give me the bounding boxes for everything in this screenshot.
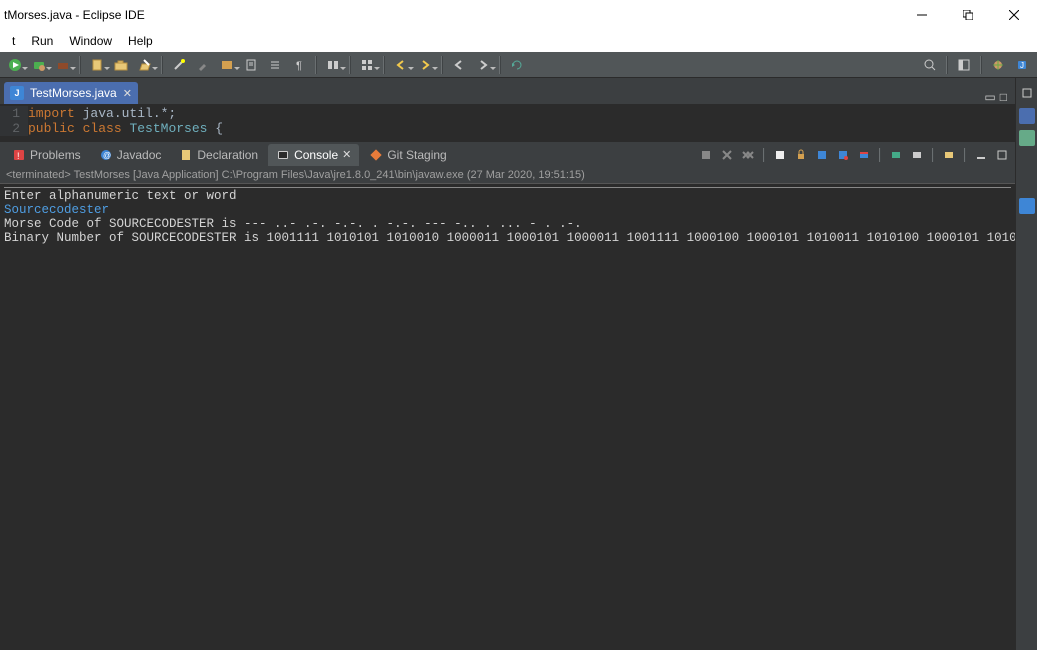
window-minimize-button[interactable] xyxy=(899,0,945,30)
menu-window[interactable]: Window xyxy=(61,32,120,50)
gutter-restore-button[interactable] xyxy=(1018,84,1036,102)
menubar: t Run Window Help xyxy=(0,30,1037,52)
editor-tabbar: J TestMorses.java ✕ ▭ □ xyxy=(0,78,1015,104)
svg-text:¶: ¶ xyxy=(296,60,302,72)
debug-perspective-button[interactable] xyxy=(987,55,1009,75)
brush-button[interactable] xyxy=(192,55,214,75)
console-tab[interactable]: Console ✕ xyxy=(268,144,359,166)
svg-text:J: J xyxy=(1020,61,1024,70)
window-titlebar: tMorses.java - Eclipse IDE xyxy=(0,0,1037,30)
bottom-panel: ! Problems @ Javadoc Declaration Console… xyxy=(0,141,1037,650)
console-clear-button[interactable] xyxy=(771,146,789,164)
gutter-line-2: 2 xyxy=(0,121,28,136)
open-button[interactable] xyxy=(110,55,132,75)
editor-minimize-icon[interactable]: ▭ xyxy=(984,90,995,104)
back-button[interactable] xyxy=(448,55,470,75)
svg-text:@: @ xyxy=(103,151,111,160)
code-editor[interactable]: 1 import java.util.*; 2 public class Tes… xyxy=(0,104,1015,140)
editor-tab-testmorses[interactable]: J TestMorses.java ✕ xyxy=(4,82,138,104)
java-perspective-button[interactable]: J xyxy=(1011,55,1033,75)
console-showwhenout-button[interactable] xyxy=(887,146,905,164)
nav-forward-button[interactable] xyxy=(414,55,436,75)
editor-tab-close-button[interactable]: ✕ xyxy=(123,87,132,100)
menu-run[interactable]: Run xyxy=(23,32,61,50)
window-maximize-button[interactable] xyxy=(945,0,991,30)
declaration-tab[interactable]: Declaration xyxy=(171,144,266,166)
right-tool-gutter xyxy=(1015,78,1037,650)
views-tabbar: ! Problems @ Javadoc Declaration Console… xyxy=(0,141,1015,167)
forward-button[interactable] xyxy=(472,55,494,75)
window-close-button[interactable] xyxy=(991,0,1037,30)
declaration-icon xyxy=(179,148,193,162)
view-minimize-button[interactable] xyxy=(972,146,990,164)
package-button[interactable] xyxy=(216,55,238,75)
problems-icon: ! xyxy=(12,148,26,162)
git-staging-tab[interactable]: Git Staging xyxy=(361,144,454,166)
javadoc-tab[interactable]: @ Javadoc xyxy=(91,144,170,166)
list-button[interactable] xyxy=(264,55,286,75)
pin-button[interactable]: ¶ xyxy=(288,55,310,75)
java-file-icon: J xyxy=(10,86,24,100)
console-removeall-button[interactable] xyxy=(739,146,757,164)
main-toolbar: ¶ J xyxy=(0,52,1037,78)
gutter-task-button[interactable] xyxy=(1019,130,1035,146)
menu-t[interactable]: t xyxy=(4,32,23,50)
window-title: tMorses.java - Eclipse IDE xyxy=(4,8,899,22)
gutter-outline-button[interactable] xyxy=(1019,108,1035,124)
wand-button[interactable] xyxy=(168,55,190,75)
console-open-button[interactable] xyxy=(940,146,958,164)
console-terminate-button[interactable] xyxy=(697,146,715,164)
grid-button[interactable] xyxy=(356,55,378,75)
console-toggle-button[interactable] xyxy=(855,146,873,164)
editor-tab-label: TestMorses.java xyxy=(30,86,117,100)
console-output[interactable]: Enter alphanumeric text or word Sourceco… xyxy=(0,184,1015,650)
search-button[interactable] xyxy=(919,55,941,75)
console-tab-close-button[interactable]: ✕ xyxy=(342,148,351,161)
editor-maximize-icon[interactable]: □ xyxy=(1000,90,1007,104)
run-config-button[interactable] xyxy=(28,55,50,75)
resource-button[interactable] xyxy=(240,55,262,75)
menu-help[interactable]: Help xyxy=(120,32,161,50)
svg-text:!: ! xyxy=(17,151,20,161)
console-remove-button[interactable] xyxy=(718,146,736,164)
refresh-button[interactable] xyxy=(506,55,528,75)
javadoc-icon: @ xyxy=(99,148,113,162)
perspective-open-button[interactable] xyxy=(953,55,975,75)
console-display-button[interactable] xyxy=(908,146,926,164)
git-icon xyxy=(369,148,383,162)
console-header: <terminated> TestMorses [Java Applicatio… xyxy=(0,167,1015,184)
coverage-button[interactable] xyxy=(52,55,74,75)
gutter-line-1: 1 xyxy=(0,106,28,121)
gutter-view-button[interactable] xyxy=(1019,198,1035,214)
console-pin-button[interactable] xyxy=(834,146,852,164)
new-button[interactable] xyxy=(86,55,108,75)
problems-tab[interactable]: ! Problems xyxy=(4,144,89,166)
console-scrolllock-button[interactable] xyxy=(792,146,810,164)
console-icon xyxy=(276,148,290,162)
view-maximize-button[interactable] xyxy=(993,146,1011,164)
nav-back-button[interactable] xyxy=(390,55,412,75)
edit-button[interactable] xyxy=(134,55,156,75)
layout-button[interactable] xyxy=(322,55,344,75)
editor-area: J TestMorses.java ✕ ▭ □ 1 import java.ut… xyxy=(0,78,1037,141)
run-button[interactable] xyxy=(4,55,26,75)
console-wordwrap-button[interactable] xyxy=(813,146,831,164)
